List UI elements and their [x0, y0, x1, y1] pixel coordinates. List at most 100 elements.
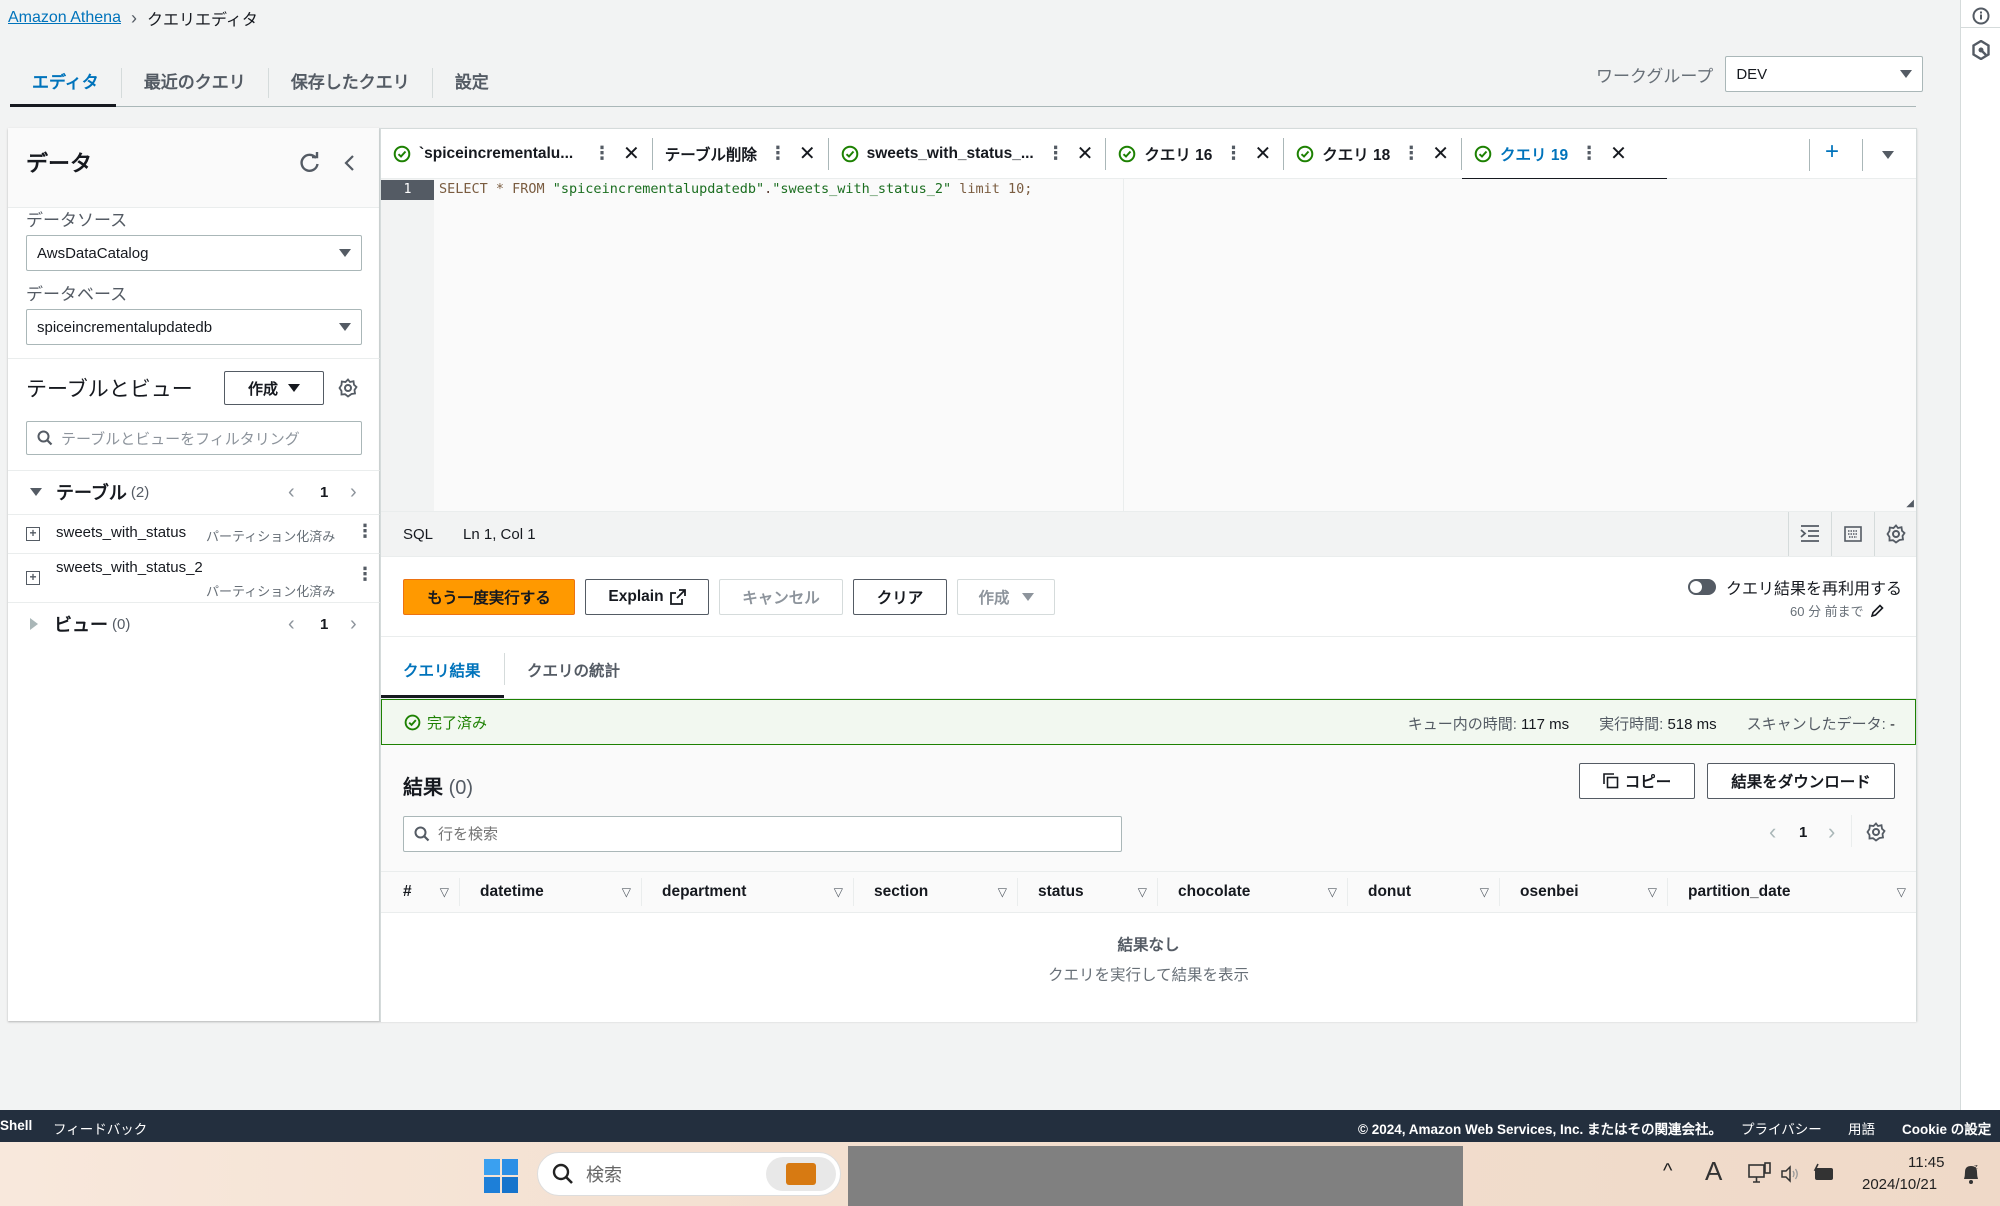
tab-options-kebab-icon[interactable]: ⋮	[1220, 143, 1246, 164]
create-dropdown-button[interactable]: 作成	[957, 579, 1055, 615]
next-page-icon[interactable]: ›	[350, 613, 357, 636]
prev-page-icon[interactable]: ‹	[1769, 819, 1776, 845]
new-tab-plus-icon[interactable]: +	[1825, 138, 1839, 166]
feedback-link[interactable]: フィードバック	[53, 1118, 147, 1138]
close-tab-icon[interactable]: ✕	[799, 141, 816, 166]
tab-options-kebab-icon[interactable]: ⋮	[1398, 143, 1424, 164]
table-preferences-gear-icon[interactable]	[1866, 822, 1886, 842]
reuse-results-toggle[interactable]: クエリ結果を再利用する	[1688, 575, 1902, 599]
tab-query-results[interactable]: クエリ結果	[403, 659, 481, 681]
windows-start-icon[interactable]	[484, 1159, 518, 1193]
clock-date[interactable]: 2024/10/21	[1862, 1176, 1937, 1193]
datasource-value: AwsDataCatalog	[37, 244, 149, 262]
tables-section-header[interactable]: テーブル (2) ‹ 1 ›	[8, 471, 380, 513]
tab-options-kebab-icon[interactable]: ⋮	[765, 143, 791, 164]
cancel-button[interactable]: キャンセル	[719, 579, 843, 615]
query-tab[interactable]: クエリ 16 ⋮ ✕	[1105, 137, 1283, 170]
tab-options-kebab-icon[interactable]: ⋮	[589, 143, 615, 164]
column-header[interactable]: partition_date ▽	[1667, 878, 1916, 906]
code-keyword: SELECT * FROM	[439, 181, 553, 197]
ime-indicator[interactable]: A	[1705, 1156, 1722, 1187]
tab-editor[interactable]: エディタ	[10, 68, 121, 98]
battery-charging-icon[interactable]	[1812, 1162, 1836, 1184]
network-icon[interactable]	[1748, 1162, 1772, 1186]
table-item[interactable]: + sweets_with_status_2 パーティション化済み ⋮	[8, 554, 380, 602]
notification-bell-icon[interactable]: z	[1960, 1162, 1982, 1186]
views-section-header[interactable]: ビュー (0) ‹ 1 ›	[8, 603, 380, 645]
privacy-link[interactable]: プライバシー	[1741, 1118, 1822, 1138]
taskbar-search[interactable]: 検索	[537, 1152, 841, 1196]
show-hidden-icons-caret-icon[interactable]: ^	[1663, 1160, 1672, 1183]
query-tab-label: クエリ 16	[1144, 146, 1213, 164]
close-tab-icon[interactable]: ✕	[623, 141, 640, 166]
datasource-select[interactable]: AwsDataCatalog	[26, 235, 362, 271]
explain-button[interactable]: Explain	[585, 579, 709, 615]
prev-page-icon[interactable]: ‹	[288, 481, 295, 504]
next-page-icon[interactable]: ›	[350, 481, 357, 504]
editor-settings-button[interactable]	[1874, 512, 1917, 556]
query-tab[interactable]: クエリ 18 ⋮ ✕	[1283, 137, 1461, 170]
column-header[interactable]: section ▽	[853, 878, 1017, 906]
next-page-icon[interactable]: ›	[1828, 819, 1835, 845]
column-header[interactable]: donut ▽	[1347, 878, 1499, 906]
table-item[interactable]: + sweets_with_status パーティション化済み ⋮	[8, 515, 380, 553]
format-query-button[interactable]	[1788, 512, 1831, 556]
tabs-overflow-caret-icon[interactable]	[1882, 151, 1894, 159]
column-header[interactable]: datetime ▽	[459, 878, 641, 906]
column-header[interactable]: osenbei ▽	[1499, 878, 1667, 906]
column-header[interactable]: # ▽	[381, 878, 459, 906]
toggle-switch[interactable]	[1688, 579, 1716, 595]
query-tab[interactable]: テーブル削除 ⋮ ✕	[651, 137, 828, 170]
info-button[interactable]	[1961, 0, 2000, 28]
breadcrumb-athena-link[interactable]: Amazon Athena	[8, 9, 121, 27]
tab-query-stats[interactable]: クエリの統計	[527, 659, 620, 681]
workgroup-select[interactable]: DEV	[1725, 56, 1924, 92]
row-search-input[interactable]	[403, 816, 1122, 852]
create-table-button[interactable]: 作成	[224, 371, 324, 405]
expand-plus-icon[interactable]: +	[26, 571, 40, 585]
refresh-icon[interactable]	[299, 152, 321, 174]
run-again-button[interactable]: もう一度実行する	[403, 579, 575, 615]
sql-code-editor[interactable]: 1 SELECT * FROM "spiceincrementalupdated…	[381, 179, 1916, 511]
close-tab-icon[interactable]: ✕	[1077, 141, 1094, 166]
collapse-panel-icon[interactable]	[343, 154, 357, 172]
cloudshell-link[interactable]: Shell	[0, 1118, 32, 1133]
column-header[interactable]: status ▽	[1017, 878, 1157, 906]
settings-gear-icon[interactable]	[338, 378, 358, 398]
column-header[interactable]: chocolate ▽	[1157, 878, 1347, 906]
copy-button[interactable]: コピー	[1579, 763, 1695, 799]
query-tab[interactable]: sweets_with_status_... ⋮ ✕	[827, 137, 1106, 170]
expand-plus-icon[interactable]: +	[26, 527, 40, 541]
close-tab-icon[interactable]: ✕	[1254, 141, 1271, 166]
database-select[interactable]: spiceincrementalupdatedb	[26, 309, 362, 345]
prev-page-icon[interactable]: ‹	[288, 613, 295, 636]
terms-link[interactable]: 用語	[1848, 1118, 1875, 1138]
table-actions-kebab-icon[interactable]: ⋮	[356, 521, 374, 542]
close-tab-icon[interactable]: ✕	[1610, 141, 1627, 166]
download-results-button[interactable]: 結果をダウンロード	[1707, 763, 1895, 799]
clear-button[interactable]: クリア	[853, 579, 947, 615]
tables-page: 1	[320, 483, 329, 501]
resize-handle-icon[interactable]: ◢	[1906, 498, 1914, 509]
amazon-q-button[interactable]	[1961, 28, 2000, 72]
volume-icon[interactable]	[1780, 1164, 1800, 1184]
column-header[interactable]: department ▽	[641, 878, 853, 906]
table-actions-kebab-icon[interactable]: ⋮	[356, 564, 374, 585]
edit-pencil-icon[interactable]	[1870, 603, 1884, 618]
table-filter-input[interactable]: テーブルとビューをフィルタリング	[26, 421, 362, 455]
tab-saved-queries[interactable]: 保存したクエリ	[267, 68, 432, 98]
keyboard-shortcuts-button[interactable]	[1831, 512, 1874, 556]
tab-recent-queries[interactable]: 最近のクエリ	[120, 68, 268, 98]
search-highlight[interactable]	[766, 1157, 836, 1191]
tab-settings[interactable]: 設定	[431, 68, 511, 98]
code-line[interactable]: SELECT * FROM "spiceincrementalupdatedb"…	[439, 181, 1032, 197]
cookie-settings-link[interactable]: Cookie の設定	[1902, 1118, 1991, 1138]
clock-time[interactable]: 11:45	[1908, 1154, 1944, 1171]
close-tab-icon[interactable]: ✕	[1432, 141, 1449, 166]
query-tab-active[interactable]: クエリ 19 ⋮ ✕	[1461, 137, 1667, 180]
query-editor-panel: `spiceincrementalu... ⋮ ✕ テーブル削除 ⋮ ✕ swe…	[380, 128, 1917, 1022]
tab-options-kebab-icon[interactable]: ⋮	[1043, 143, 1069, 164]
row-search-field[interactable]	[438, 825, 1078, 843]
tab-options-kebab-icon[interactable]: ⋮	[1576, 143, 1602, 164]
query-tab[interactable]: `spiceincrementalu... ⋮ ✕	[381, 138, 652, 170]
